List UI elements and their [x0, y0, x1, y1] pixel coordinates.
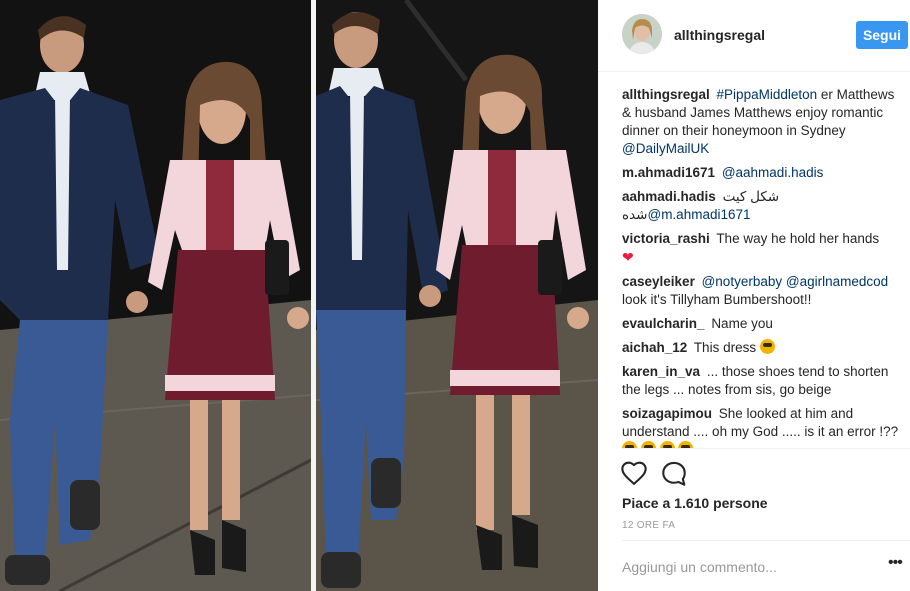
- comment-text: Name you: [711, 316, 773, 331]
- comment-text: This dress: [693, 340, 757, 355]
- comment-username[interactable]: victoria_rashi: [622, 231, 710, 246]
- comment-username[interactable]: karen_in_va: [622, 364, 700, 379]
- more-options-icon[interactable]: •••: [888, 555, 906, 572]
- comment-text: شده: [622, 207, 648, 222]
- add-comment-input[interactable]: [622, 556, 872, 578]
- list-item: aichah_12 This dress: [622, 339, 904, 357]
- laughing-tears-emoji-icon: [622, 441, 637, 448]
- mention-link[interactable]: @DailyMailUK: [622, 141, 709, 156]
- laughing-tears-emoji-icon: [659, 441, 675, 448]
- comment-text: look it's Tillyham Bumbershoot!!: [622, 292, 812, 307]
- post-timestamp[interactable]: 12 ORE FA: [622, 520, 675, 531]
- likes-count[interactable]: Piace a 1.610 persone: [622, 495, 768, 511]
- heart-eyes-emoji-icon: [759, 339, 775, 354]
- list-item: aahmadi.hadis شکل کیت شده@m.ahmadi1671: [622, 188, 904, 224]
- comment-username[interactable]: evaulcharin_: [622, 316, 705, 331]
- mention-link[interactable]: @agirlnamedcod: [786, 274, 888, 289]
- list-item: evaulcharin_ Name you: [622, 315, 904, 333]
- list-item: karen_in_va ... those shoes tend to shor…: [622, 363, 904, 399]
- comment-username[interactable]: m.ahmadi1671: [622, 165, 715, 180]
- header-username[interactable]: allthingsregal: [674, 27, 765, 43]
- list-item: caseyleiker @notyerbaby @agirlnamedcod l…: [622, 273, 904, 309]
- comment-username[interactable]: soizagapimou: [622, 406, 712, 421]
- list-item: m.ahmadi1671 @aahmadi.hadis: [622, 164, 904, 182]
- post-header: allthingsregal Segui: [598, 0, 910, 72]
- comments-list[interactable]: allthingsregal #PippaMiddleton er Matthe…: [622, 86, 904, 448]
- comment-text: شکل کیت: [722, 189, 780, 204]
- caption: allthingsregal #PippaMiddleton er Matthe…: [622, 86, 904, 158]
- avatar[interactable]: [622, 14, 662, 54]
- laughing-tears-emoji-icon: [678, 441, 694, 448]
- speech-bubble-icon[interactable]: [660, 460, 688, 488]
- red-heart-emoji-icon: ❤: [622, 249, 634, 265]
- post-side-panel: allthingsregal Segui allthingsregal #Pip…: [598, 0, 910, 591]
- post-photo[interactable]: [0, 0, 598, 591]
- divider: [622, 540, 910, 541]
- mention-link[interactable]: @m.ahmadi1671: [647, 207, 750, 222]
- list-item: soizagapimou She looked at him and under…: [622, 405, 904, 448]
- comment-text: The way he hold her hands: [716, 231, 880, 246]
- divider: [622, 448, 910, 449]
- mention-link[interactable]: @notyerbaby: [702, 274, 783, 289]
- laughing-tears-emoji-icon: [640, 441, 656, 448]
- comment-username[interactable]: aahmadi.hadis: [622, 189, 716, 204]
- list-item: victoria_rashi The way he hold her hands…: [622, 230, 904, 267]
- comment-username[interactable]: allthingsregal: [622, 87, 710, 102]
- comment-username[interactable]: caseyleiker: [622, 274, 695, 289]
- comment-username[interactable]: aichah_12: [622, 340, 687, 355]
- follow-button[interactable]: Segui: [856, 21, 908, 49]
- photo-right-panel: [316, 0, 598, 591]
- mention-link[interactable]: @aahmadi.hadis: [722, 165, 824, 180]
- hashtag-link[interactable]: #PippaMiddleton: [717, 87, 818, 102]
- photo-left-panel: [0, 0, 311, 591]
- heart-outline-icon[interactable]: [620, 460, 648, 488]
